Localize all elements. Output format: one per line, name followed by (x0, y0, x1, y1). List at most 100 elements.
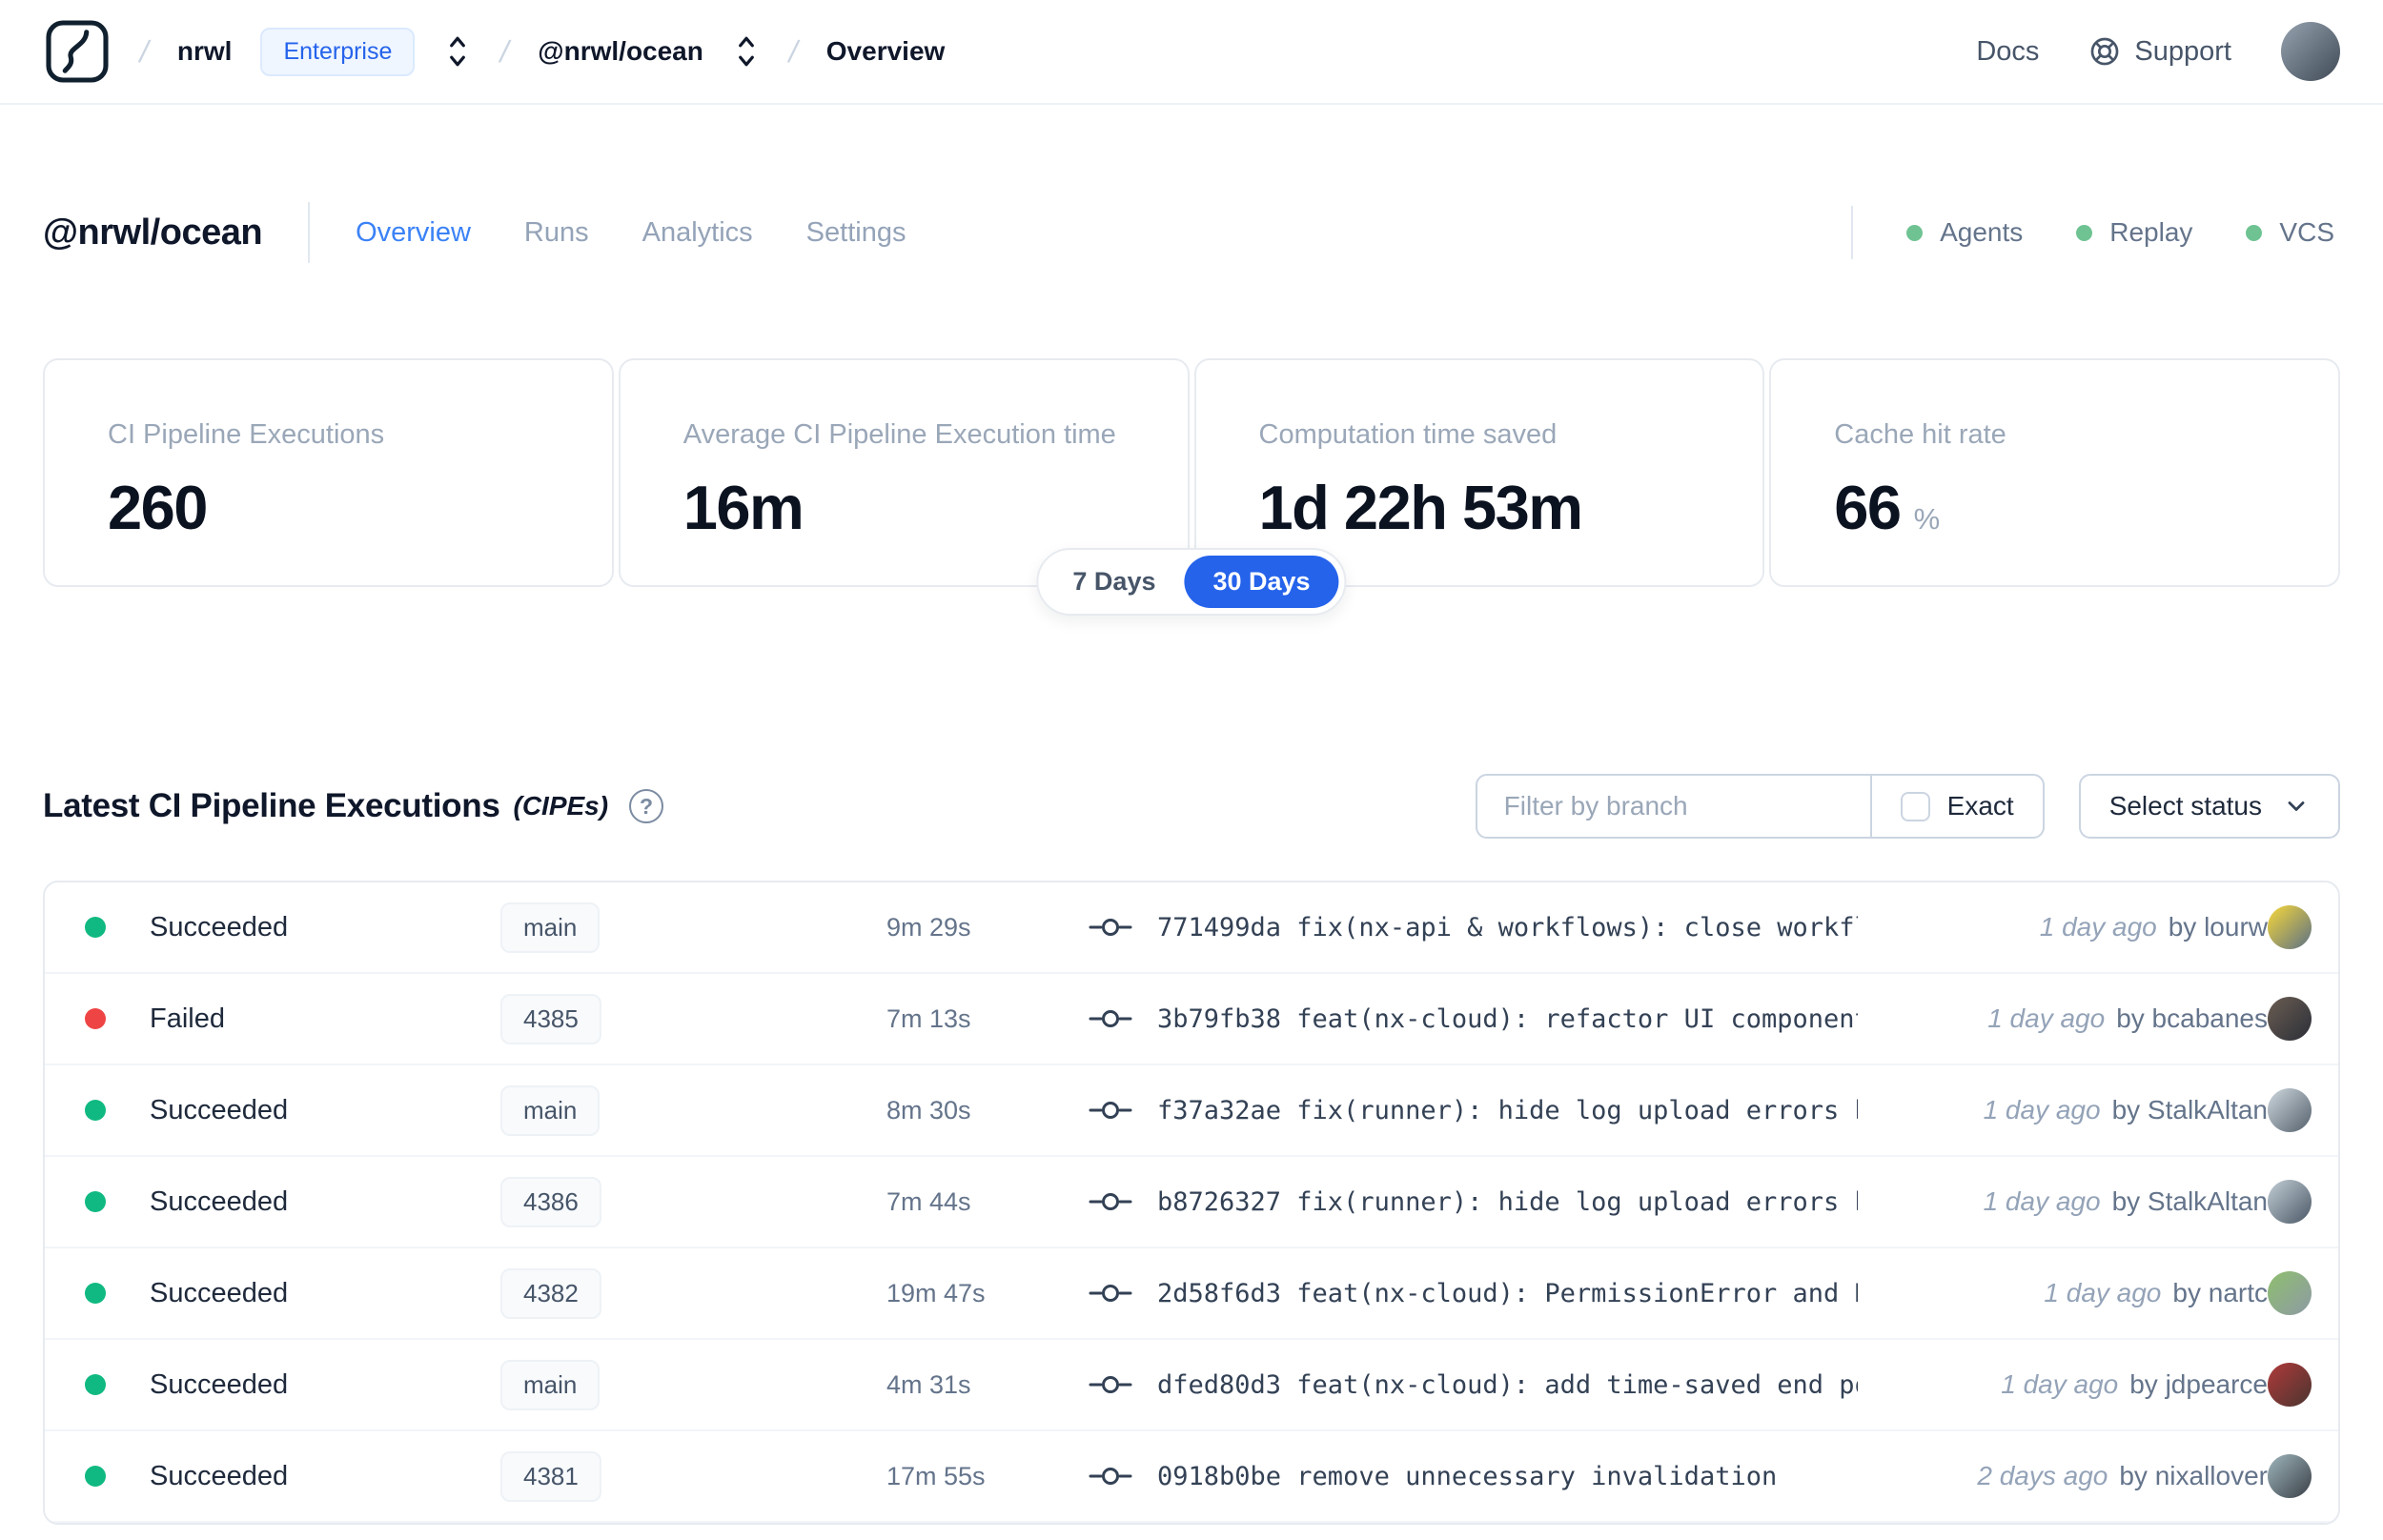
commit-message: 0918b0be remove unnecessary invalidation (1157, 1461, 1778, 1491)
status-label: Succeeded (150, 1094, 289, 1125)
tab-settings[interactable]: Settings (806, 217, 906, 249)
docs-link[interactable]: Docs (1976, 36, 2039, 68)
help-icon[interactable]: ? (629, 789, 664, 823)
duration-label: 4m 31s (886, 1369, 971, 1399)
section-subtitle: (CIPEs) (513, 791, 609, 821)
avatar (2268, 1363, 2312, 1407)
time-ago-label: 1 day ago (1987, 1003, 2106, 1033)
exact-label: Exact (1946, 791, 2014, 821)
status-dot (85, 1191, 106, 1212)
table-row[interactable]: Succeeded main 8m 30s f37a32ae fix(runne… (45, 1065, 2338, 1157)
author-label: by StalkAltan (2111, 1186, 2268, 1216)
nx-cloud-logo-icon[interactable] (43, 17, 112, 86)
avatar (2268, 905, 2312, 949)
table-row[interactable]: Succeeded 4386 7m 44s b8726327 fix(runne… (45, 1157, 2338, 1248)
tab-runs[interactable]: Runs (524, 217, 589, 249)
table-row[interactable]: Succeeded main 4m 31s dfed80d3 feat(nx-c… (45, 1340, 2338, 1431)
chevron-down-icon (2288, 801, 2305, 811)
status-label: Succeeded (150, 1460, 289, 1491)
support-label: Support (2134, 35, 2231, 67)
author-label: by StalkAltan (2111, 1095, 2268, 1125)
duration-label: 7m 13s (886, 1003, 971, 1033)
git-commit-icon (1089, 1102, 1132, 1119)
org-switcher-icon[interactable] (443, 32, 472, 71)
branch-badge: 4381 (500, 1450, 601, 1502)
select-status-dropdown[interactable]: Select status (2078, 774, 2340, 839)
table-row[interactable]: Failed 4385 7m 13s 3b79fb38 feat(nx-clou… (45, 974, 2338, 1065)
duration-label: 7m 44s (886, 1186, 971, 1216)
filter-controls: Exact Select status (1475, 774, 2340, 839)
avatar[interactable] (2281, 22, 2340, 81)
breadcrumb-separator: / (136, 33, 153, 69)
stats-section: CI Pipeline Executions 260 Average CI Pi… (43, 358, 2340, 616)
time-ago-label: 1 day ago (2044, 1278, 2162, 1307)
commit-message: b8726327 fix(runner): hide log upload er… (1157, 1186, 1858, 1217)
branch-badge: main (500, 1359, 601, 1410)
git-commit-icon (1089, 1376, 1132, 1393)
cipe-table: Succeeded main 9m 29s 771499da fix(nx-ap… (43, 881, 2340, 1525)
lifebuoy-icon (2091, 37, 2119, 66)
branch-badge: main (500, 902, 601, 953)
avatar (2268, 997, 2312, 1041)
time-ago-label: 1 day ago (2001, 1369, 2119, 1399)
author-label: by nixallover (2119, 1461, 2268, 1490)
branch-filter-group: Exact (1475, 774, 2045, 839)
commit-message: dfed80d3 feat(nx-cloud): add time-saved … (1157, 1369, 1858, 1400)
range-7-days-button[interactable]: 7 Days (1044, 556, 1184, 608)
avatar (2268, 1088, 2312, 1132)
time-ago-label: 2 days ago (1977, 1461, 2108, 1490)
status-label: Succeeded (150, 1185, 289, 1217)
exact-checkbox[interactable] (1900, 791, 1930, 821)
git-commit-icon (1089, 1010, 1132, 1027)
branch-filter-input[interactable] (1477, 776, 1870, 837)
branch-badge: main (500, 1084, 601, 1136)
table-row[interactable]: Succeeded 4381 17m 55s 0918b0be remove u… (45, 1431, 2338, 1523)
author-label: by nartc (2172, 1278, 2268, 1307)
duration-label: 19m 47s (886, 1278, 986, 1307)
avatar (2268, 1454, 2312, 1498)
git-commit-icon (1089, 1285, 1132, 1302)
branch-badge: 4382 (500, 1267, 601, 1319)
section-title: Latest CI Pipeline Executions (43, 787, 500, 824)
time-ago-label: 1 day ago (1983, 1095, 2101, 1125)
status-dot (85, 1466, 106, 1487)
commit-message: 2d58f6d3 feat(nx-cloud): PermissionError… (1157, 1278, 1858, 1308)
author-label: by bcabanes (2116, 1003, 2268, 1033)
breadcrumb-org[interactable]: nrwl (177, 36, 233, 67)
stat-card-cipe-count: CI Pipeline Executions 260 (43, 358, 614, 587)
workspace-tabs: Overview Runs Analytics Settings (356, 217, 906, 249)
git-commit-icon (1089, 1193, 1132, 1210)
page-title: @nrwl/ocean (43, 212, 263, 253)
status-label: Succeeded (150, 1277, 289, 1308)
feature-replay: Replay (2076, 217, 2192, 248)
author-label: by lourw (2168, 912, 2268, 942)
breadcrumb-separator: / (785, 33, 802, 69)
duration-label: 17m 55s (886, 1461, 986, 1490)
status-label: Succeeded (150, 1368, 289, 1400)
table-row[interactable]: Succeeded 4382 19m 47s 2d58f6d3 feat(nx-… (45, 1248, 2338, 1340)
divider (308, 202, 311, 263)
status-dot (85, 1100, 106, 1121)
commit-message: 3b79fb38 feat(nx-cloud): refactor UI com… (1157, 1003, 1858, 1034)
status-dot (85, 1283, 106, 1304)
breadcrumb-workspace[interactable]: @nrwl/ocean (538, 36, 703, 67)
duration-label: 9m 29s (886, 912, 971, 942)
avatar (2268, 1180, 2312, 1224)
table-row[interactable]: Succeeded main 9m 29s 771499da fix(nx-ap… (45, 882, 2338, 974)
feature-agents: Agents (1906, 217, 2023, 248)
enterprise-badge: Enterprise (260, 27, 416, 76)
status-dot (1906, 224, 1924, 241)
tab-analytics[interactable]: Analytics (642, 217, 753, 249)
status-label: Failed (150, 1003, 225, 1034)
time-ago-label: 1 day ago (2039, 912, 2157, 942)
breadcrumb-page: Overview (825, 36, 946, 66)
status-dot (2076, 224, 2093, 241)
range-30-days-button[interactable]: 30 Days (1184, 556, 1339, 608)
breadcrumb-separator: / (497, 33, 514, 69)
time-ago-label: 1 day ago (1983, 1186, 2101, 1216)
date-range-toggle: 7 Days 30 Days (1036, 548, 1347, 616)
tab-overview[interactable]: Overview (356, 217, 471, 249)
workspace-switcher-icon[interactable] (732, 32, 761, 71)
support-link[interactable]: Support (2088, 35, 2231, 68)
top-nav: / nrwl Enterprise / @nrwl/ocean / Overvi… (0, 0, 2383, 105)
